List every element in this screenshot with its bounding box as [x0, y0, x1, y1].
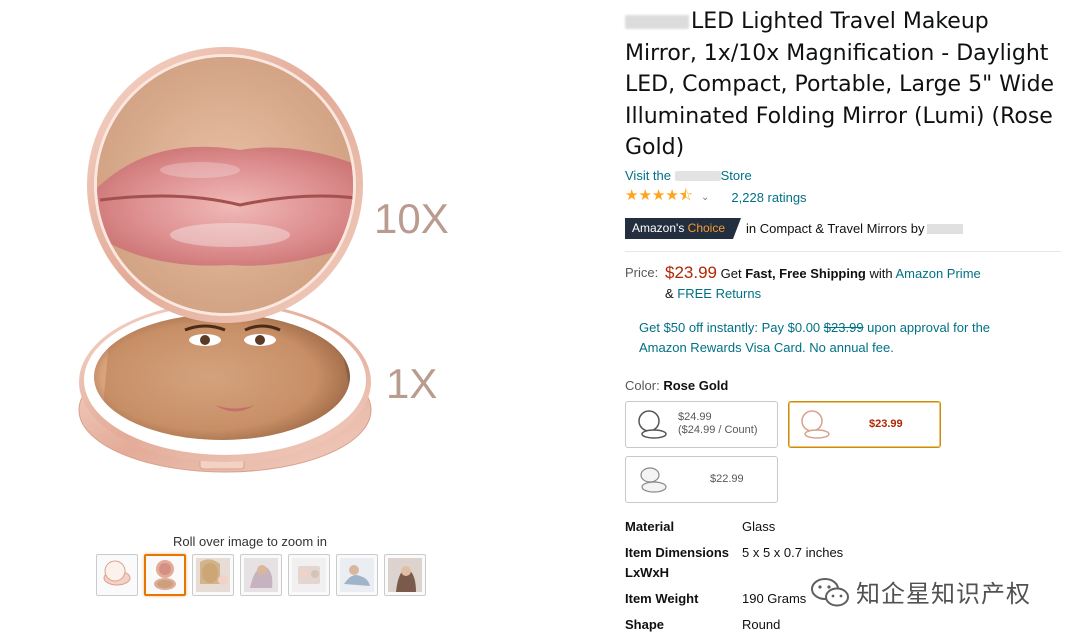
price-label: Price: [625, 264, 659, 280]
choice-category-text: in Compact & Travel Mirrors by [746, 221, 964, 236]
amazons-choice-badge[interactable]: Amazon's Choice [625, 217, 742, 239]
shipping-text: Fast, Free Shipping [745, 265, 866, 281]
divider [625, 250, 1061, 252]
magnification-1x-label: 1X [386, 360, 437, 407]
thumbnail-5[interactable] [336, 554, 378, 596]
ratings-count-link[interactable]: 2,228 ratings [731, 190, 806, 205]
free-returns-link[interactable]: FREE Returns [677, 286, 761, 301]
thumbnail-4[interactable] [288, 554, 330, 596]
watermark: 知企星知识产权 [810, 574, 1031, 609]
price-value: $23.99 [665, 262, 717, 282]
redacted-store [674, 171, 721, 182]
swatch-option-2-selected[interactable]: $23.99 [788, 400, 941, 448]
product-title: LED Lighted Travel Makeup Mirror, 1x/10x… [625, 9, 1055, 160]
swatch-option-1[interactable]: $24.99 ($24.99 / Count) [625, 400, 778, 448]
product-details: LED Lighted Travel Makeup Mirror, 1x/10x… [625, 6, 1065, 638]
amazon-prime-link[interactable]: Amazon Prime [896, 266, 981, 281]
spec-row: Material Glass [625, 518, 776, 534]
redacted-brand [625, 15, 689, 29]
chevron-down-icon[interactable]: ⌄ [701, 192, 709, 203]
visa-promo[interactable]: Get $50 off instantly: Pay $0.00 $23.99 … [639, 318, 1039, 358]
swatch-option-3[interactable]: $22.99 [625, 455, 778, 503]
thumbnail-strip [96, 554, 426, 596]
thumbnail-1[interactable] [144, 554, 186, 596]
thumbnail-2[interactable] [192, 554, 234, 596]
watermark-text: 知企星知识产权 [856, 580, 1031, 608]
store-link[interactable]: Visit the Store [625, 168, 1065, 183]
mirror-illustration: 10X 1X [78, 47, 449, 473]
mirror-closed-icon [638, 410, 667, 439]
thumbnail-3[interactable] [240, 554, 282, 596]
star-rating-icon[interactable]: ★★★★⯪ [625, 185, 693, 210]
price-row: Price: $23.99 Get Fast, Free Shipping wi… [625, 263, 1065, 304]
color-label: Color: Rose Gold [625, 377, 729, 393]
mirror-rose-gold-icon [801, 410, 830, 439]
thumbnail-0[interactable] [96, 554, 138, 596]
redacted-seller [927, 224, 964, 235]
color-value: Rose Gold [663, 377, 729, 393]
amazons-choice-row: Amazon's Choice in Compact & Travel Mirr… [625, 217, 1065, 239]
spec-row: Shape Round [625, 616, 781, 632]
image-gallery: 10X 1X Roll over image to zoom in [0, 0, 470, 638]
zoom-hint: Roll over image to zoom in [173, 534, 327, 549]
color-swatches: $24.99 ($24.99 / Count) $23.99 $22.99 [625, 400, 1065, 511]
magnification-10x-label: 10X [374, 195, 449, 242]
wechat-icon [811, 577, 849, 606]
thumbnail-6[interactable] [384, 554, 426, 596]
mirror-white-icon [640, 467, 667, 493]
main-product-image[interactable]: 10X 1X [40, 40, 460, 480]
rating-row: ★★★★⯪ ⌄ 2,228 ratings [625, 185, 1065, 210]
